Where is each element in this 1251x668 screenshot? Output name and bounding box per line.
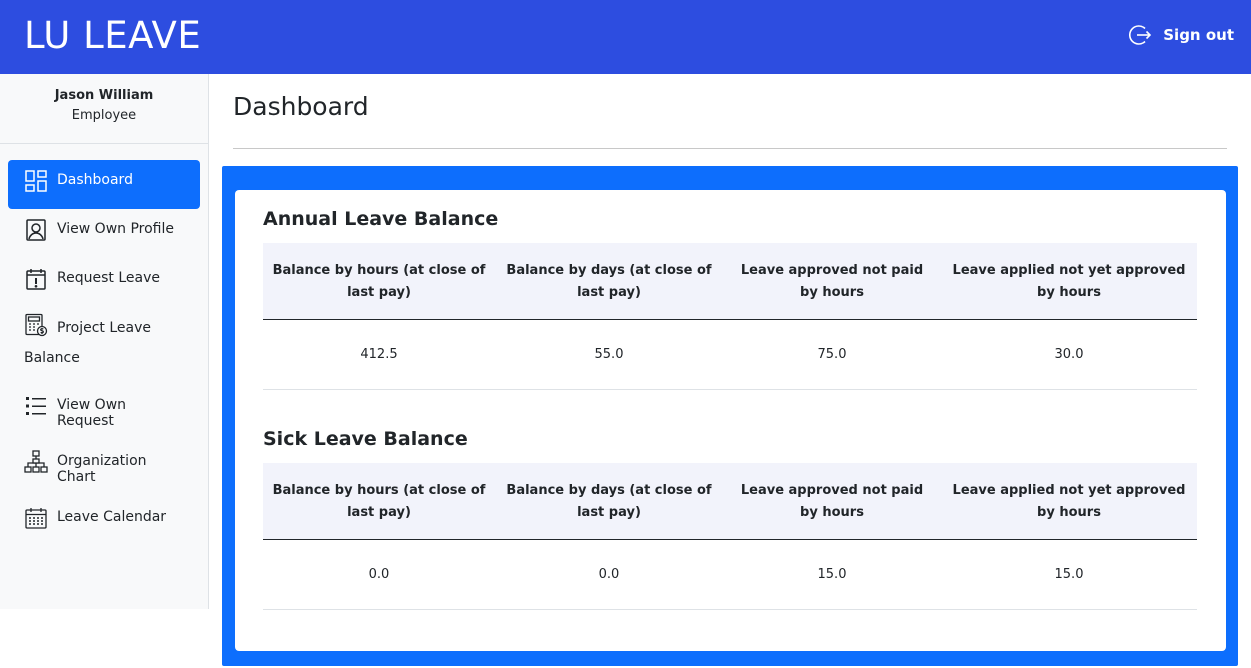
sidebar-item-label: Project Leave Balance bbox=[24, 320, 151, 366]
column-header: Balance by hours (at close of last pay) bbox=[263, 463, 495, 540]
table-cell: 55.0 bbox=[495, 319, 723, 390]
sidebar-item-label: Dashboard bbox=[57, 172, 133, 188]
annual-leave-title: Annual Leave Balance bbox=[263, 208, 499, 230]
table-cell: 0.0 bbox=[263, 539, 495, 610]
dashboard-icon bbox=[25, 170, 47, 192]
sidebar-item-dashboard[interactable]: Dashboard bbox=[8, 160, 200, 209]
sidebar: Jason William Employee Dashboard View Ow… bbox=[0, 74, 209, 609]
list-icon bbox=[26, 397, 46, 415]
sidebar-item-leave-calendar[interactable]: Leave Calendar bbox=[8, 497, 200, 546]
user-role: Employee bbox=[71, 108, 137, 123]
balance-card: Annual Leave Balance Balance by hours (a… bbox=[235, 190, 1226, 651]
sidebar-item-view-own-profile[interactable]: View Own Profile bbox=[8, 209, 200, 258]
column-header: Leave approved not paid by hours bbox=[723, 463, 941, 540]
table-header-row: Balance by hours (at close of last pay) … bbox=[263, 463, 1197, 540]
org-chart-icon bbox=[24, 450, 48, 473]
sidebar-item-label: View Own Profile bbox=[57, 221, 174, 237]
sign-out-icon bbox=[1129, 25, 1152, 45]
sidebar-item-project-leave-balance[interactable]: Project Leave Balance bbox=[8, 307, 200, 385]
sidebar-item-organization-chart[interactable]: Organization Chart bbox=[8, 441, 200, 497]
balance-panel: Annual Leave Balance Balance by hours (a… bbox=[222, 166, 1238, 666]
table-header-row: Balance by hours (at close of last pay) … bbox=[263, 243, 1197, 320]
table-cell: 75.0 bbox=[723, 319, 941, 390]
column-header: Balance by hours (at close of last pay) bbox=[263, 243, 495, 320]
sidebar-item-label: Request Leave bbox=[57, 270, 160, 286]
column-header: Balance by days (at close of last pay) bbox=[495, 243, 723, 320]
sidebar-item-request-leave[interactable]: Request Leave bbox=[8, 258, 200, 307]
sign-out-button[interactable]: Sign out bbox=[1129, 23, 1234, 47]
column-header: Leave applied not yet approved by hours bbox=[941, 243, 1197, 320]
calendar-alert-icon bbox=[26, 269, 46, 290]
annual-leave-table: Balance by hours (at close of last pay) … bbox=[263, 243, 1197, 390]
table-cell: 0.0 bbox=[495, 539, 723, 610]
sidebar-item-view-own-request[interactable]: View Own Request bbox=[8, 385, 200, 441]
table-cell: 30.0 bbox=[941, 319, 1197, 390]
calendar-icon bbox=[25, 508, 47, 529]
calculator-icon bbox=[25, 313, 48, 337]
sidebar-item-label: View Own Request bbox=[57, 397, 127, 429]
column-header: Leave approved not paid by hours bbox=[723, 243, 941, 320]
table-cell: 15.0 bbox=[941, 539, 1197, 610]
table-row: 0.0 0.0 15.0 15.0 bbox=[263, 539, 1197, 610]
sidebar-nav: Dashboard View Own Profile Request Leave… bbox=[0, 144, 208, 546]
top-navbar: LU LEAVE Sign out bbox=[0, 0, 1251, 74]
sidebar-item-label: Leave Calendar bbox=[57, 509, 167, 525]
column-header: Leave applied not yet approved by hours bbox=[941, 463, 1197, 540]
user-name: Jason William bbox=[54, 88, 154, 103]
sign-out-label: Sign out bbox=[1163, 26, 1234, 44]
app-brand[interactable]: LU LEAVE bbox=[24, 14, 201, 57]
title-divider bbox=[233, 148, 1227, 149]
profile-icon bbox=[26, 219, 46, 241]
page-title: Dashboard bbox=[233, 92, 369, 121]
table-cell: 412.5 bbox=[263, 319, 495, 390]
table-cell: 15.0 bbox=[723, 539, 941, 610]
user-info: Jason William Employee bbox=[0, 74, 208, 144]
sidebar-item-label: Organization Chart bbox=[57, 453, 147, 485]
sick-leave-table: Balance by hours (at close of last pay) … bbox=[263, 463, 1197, 610]
table-row: 412.5 55.0 75.0 30.0 bbox=[263, 319, 1197, 390]
sick-leave-title: Sick Leave Balance bbox=[263, 428, 468, 450]
column-header: Balance by days (at close of last pay) bbox=[495, 463, 723, 540]
